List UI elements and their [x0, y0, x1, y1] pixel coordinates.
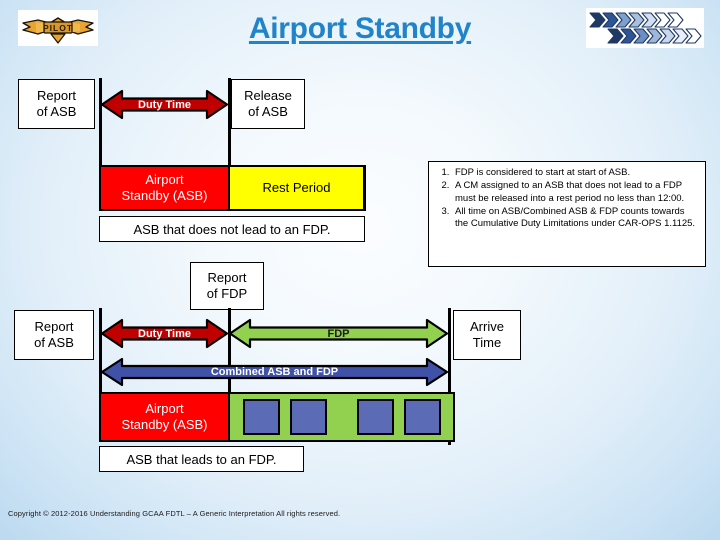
report-of-asb-box-top: Report of ASB [18, 79, 95, 129]
report-of-asb-bottom-line2: of ASB [34, 335, 74, 350]
caption-asb-no-fdp-text: ASB that does not lead to an FDP. [133, 221, 331, 237]
notes-box: FDP is considered to start at start of A… [428, 161, 706, 267]
report-of-fdp-box: Report of FDP [190, 262, 264, 310]
fdp-arrow: FDP [228, 317, 449, 350]
flight-sector-2 [290, 399, 327, 435]
release-of-asb-line2: of ASB [248, 104, 288, 119]
arrive-time-box: Arrive Time [453, 310, 521, 360]
report-of-fdp-line1: Report [207, 270, 247, 285]
arrive-time-line1: Arrive [470, 319, 504, 334]
report-of-asb-box-bottom: Report of ASB [14, 310, 94, 360]
caption-asb-leads-fdp-text: ASB that leads to an FDP. [126, 451, 277, 467]
flight-sector-4 [404, 399, 441, 435]
asb-block-line1-bottom: Airport [145, 401, 184, 416]
report-of-asb-bottom-line1: Report [34, 319, 74, 334]
copyright-footer: Copyright © 2012-2016 Understanding GCAA… [8, 509, 341, 518]
asb-block-line2-top: Standby (ASB) [121, 188, 208, 203]
airport-standby-block-top: Airport Standby (ASB) [99, 165, 230, 211]
release-of-asb-box: Release of ASB [231, 79, 305, 129]
asb-block-line2-bottom: Standby (ASB) [121, 417, 208, 432]
combined-asb-fdp-arrow: Combined ASB and FDP [100, 356, 449, 388]
report-of-asb-line2: of ASB [36, 104, 77, 119]
report-of-fdp-line2: of FDP [206, 286, 248, 301]
notes-list: FDP is considered to start at start of A… [433, 167, 699, 231]
asb-block-line1-top: Airport [145, 172, 184, 187]
note-item-3: All time on ASB/Combined ASB & FDP count… [452, 206, 699, 231]
release-of-asb-line1: Release [244, 88, 292, 103]
duty-time-arrow-top: Duty Time [100, 88, 229, 121]
report-of-asb-line1: Report [36, 88, 77, 103]
flight-sector-3 [357, 399, 394, 435]
caption-asb-no-fdp: ASB that does not lead to an FDP. [99, 216, 365, 242]
slide-canvas: PILOT Airport Standby Report of ASB Rele… [0, 0, 720, 540]
note-item-2: A CM assigned to an ASB that does not le… [452, 180, 699, 205]
caption-asb-leads-fdp: ASB that leads to an FDP. [99, 446, 304, 472]
rest-period-block: Rest Period [228, 165, 365, 211]
page-title: Airport Standby [248, 12, 472, 45]
arrive-time-line2: Time [472, 335, 502, 350]
duty-time-arrow-bottom: Duty Time [100, 317, 229, 350]
airport-standby-block-bottom: Airport Standby (ASB) [99, 392, 230, 442]
rest-period-label: Rest Period [262, 180, 331, 195]
flight-sector-1 [243, 399, 280, 435]
note-item-1: FDP is considered to start at start of A… [452, 167, 699, 180]
